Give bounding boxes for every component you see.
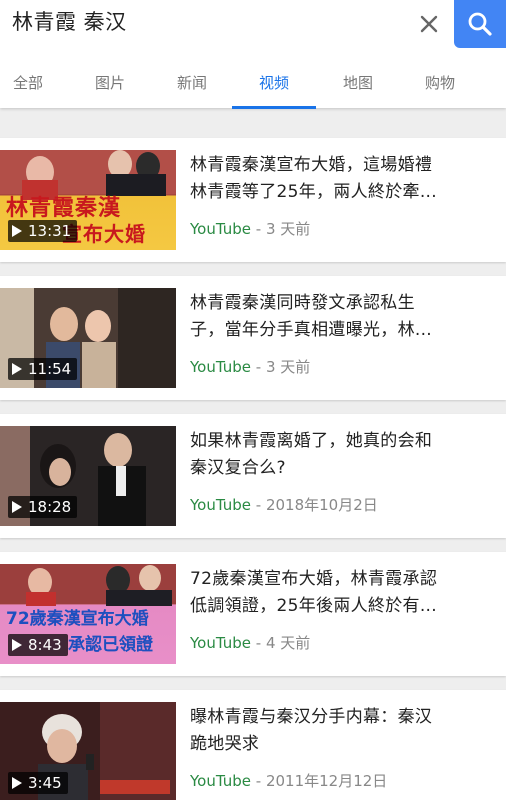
duration-text: 11:54 [28,360,72,378]
play-icon [12,777,22,789]
video-result[interactable]: 林青霞秦漢 宣布大婚 13:31 林青霞秦漢宣布大婚，這場婚禮 林青霞等了25年… [0,138,506,262]
duration-text: 8:43 [28,636,62,654]
separator: - [251,634,266,652]
tab-images[interactable]: 图片 [92,72,128,108]
title-line: 林青霞秦漢同時發文承認私生 [190,293,415,313]
play-icon [12,225,22,237]
thumbnail-caption: 72歲秦漢宣布大婚 [6,609,149,629]
video-meta: YouTube - 2011年12月12日 [190,770,387,791]
play-icon [12,501,22,513]
video-thumbnail[interactable]: 林青霞秦漢 宣布大婚 13:31 [0,150,176,250]
source-label: YouTube [190,358,251,376]
date-label: 4 天前 [265,634,311,652]
tab-shopping[interactable]: 购物 [422,72,458,108]
video-title[interactable]: 如果林青霞离婚了，她真的会和 秦汉复合么? [190,428,492,482]
close-icon [420,15,438,33]
date-label: 3 天前 [265,358,311,376]
title-line: 子，當年分手真相遭曝光，林... [190,320,433,340]
duration-text: 18:28 [28,498,72,516]
date-label: 2011年12月12日 [265,772,388,790]
title-line: 跪地哭求 [190,734,260,754]
source-label: YouTube [190,220,251,238]
video-duration: 13:31 [8,220,78,242]
video-title[interactable]: 曝林青霞与秦汉分手内幕：秦汉 跪地哭求 [190,704,492,758]
duration-text: 13:31 [28,222,72,240]
play-icon [12,363,22,375]
video-meta: YouTube - 3 天前 [190,356,310,377]
video-duration: 3:45 [8,772,68,794]
video-title[interactable]: 72歲秦漢宣布大婚，林青霞承認 低調領證，25年後兩人終於有... [190,566,492,620]
search-header: 林青霞 秦汉 全部 图片 新闻 视频 地图 购物 [0,0,506,109]
tab-news[interactable]: 新闻 [174,72,210,108]
video-result[interactable]: 18:28 如果林青霞离婚了，她真的会和 秦汉复合么? YouTube - 20… [0,414,506,538]
separator: - [251,220,266,238]
source-label: YouTube [190,496,251,514]
video-thumbnail[interactable]: 72歲秦漢宣布大婚 承認已領證 8:43 [0,564,176,664]
separator: - [251,496,266,514]
search-query[interactable]: 林青霞 秦汉 [12,6,127,38]
video-result[interactable]: 72歲秦漢宣布大婚 承認已領證 8:43 72歲秦漢宣布大婚，林青霞承認 低調領… [0,552,506,676]
search-bar: 林青霞 秦汉 [0,0,506,50]
video-thumbnail[interactable]: 11:54 [0,288,176,388]
tab-maps[interactable]: 地图 [340,72,376,108]
video-result[interactable]: 11:54 林青霞秦漢同時發文承認私生 子，當年分手真相遭曝光，林... You… [0,276,506,400]
tab-videos[interactable]: 视频 [256,72,292,108]
date-label: 3 天前 [265,220,311,238]
thumbnail-caption: 宣布大婚 [62,222,146,246]
video-meta: YouTube - 2018年10月2日 [190,494,378,515]
active-tab-indicator [232,106,316,109]
tab-all[interactable]: 全部 [10,72,46,108]
title-line: 低調領證，25年後兩人終於有... [190,596,437,616]
video-duration: 11:54 [8,358,78,380]
search-button[interactable] [454,0,506,48]
title-line: 如果林青霞离婚了，她真的会和 [190,431,433,451]
play-icon [12,639,22,651]
video-title[interactable]: 林青霞秦漢宣布大婚，這場婚禮 林青霞等了25年，兩人終於牽... [190,152,492,206]
video-meta: YouTube - 4 天前 [190,632,310,653]
separator: - [251,772,266,790]
title-line: 林青霞等了25年，兩人終於牽... [190,182,437,202]
duration-text: 3:45 [28,774,62,792]
clear-search-button[interactable] [413,8,445,40]
date-label: 2018年10月2日 [265,496,378,514]
source-label: YouTube [190,772,251,790]
video-thumbnail[interactable]: 18:28 [0,426,176,526]
title-line: 曝林青霞与秦汉分手内幕：秦汉 [190,707,433,727]
thumbnail-caption: 承認已領證 [68,635,153,655]
video-duration: 8:43 [8,634,68,656]
title-line: 72歲秦漢宣布大婚，林青霞承認 [190,569,438,589]
separator: - [251,358,266,376]
search-icon [468,12,492,36]
video-meta: YouTube - 3 天前 [190,218,310,239]
video-title[interactable]: 林青霞秦漢同時發文承認私生 子，當年分手真相遭曝光，林... [190,290,492,344]
title-line: 林青霞秦漢宣布大婚，這場婚禮 [190,155,433,175]
video-duration: 18:28 [8,496,78,518]
search-tabs: 全部 图片 新闻 视频 地图 购物 [0,60,506,108]
title-line: 秦汉复合么? [190,458,286,478]
source-label: YouTube [190,634,251,652]
video-result[interactable]: 3:45 曝林青霞与秦汉分手内幕：秦汉 跪地哭求 YouTube - 2011年… [0,690,506,800]
video-thumbnail[interactable]: 3:45 [0,702,176,800]
